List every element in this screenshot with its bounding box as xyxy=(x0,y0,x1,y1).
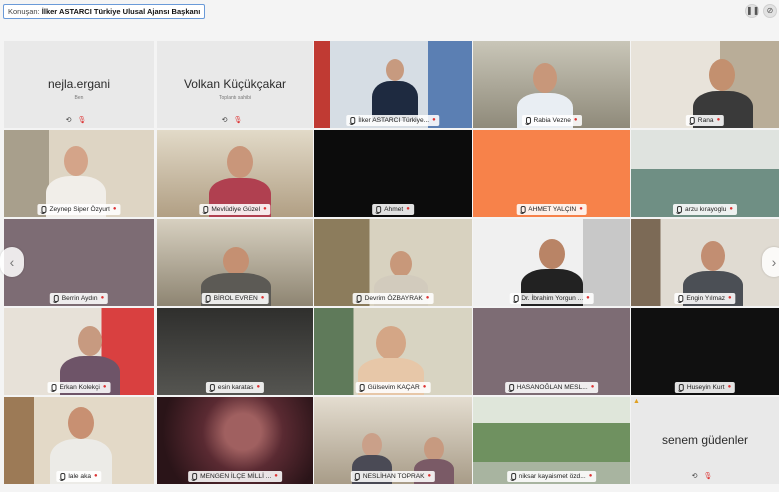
participant-nameplate: BİROL EVREN ● xyxy=(201,293,269,304)
participant-tile[interactable]: ▲ senem güdenler ⟲🎙 xyxy=(631,397,779,484)
previous-page-button[interactable]: ‹ xyxy=(0,247,24,277)
host-tile[interactable]: Volkan Küçükçakar Toplantı sahibi ⟲🎙 xyxy=(157,41,313,128)
participant-nameplate: İlker ASTARCI Türkiye... ● xyxy=(346,115,440,126)
participant-tile[interactable]: Berrin Aydın ● xyxy=(4,219,154,306)
participant-nameplate: niksar kayaismet özd... ● xyxy=(506,471,597,482)
participant-nameplate: Erkan Kolekçi ● xyxy=(47,382,111,393)
participant-tile[interactable]: Engin Yılmaz ● xyxy=(631,219,779,306)
participant-tile[interactable]: esin karatas ● xyxy=(157,308,313,395)
participant-nameplate: Rana ● xyxy=(685,115,725,126)
participant-nameplate: Rabia Vezne ● xyxy=(521,115,582,126)
participant-tile[interactable]: Dr. İbrahim Yorgun ... ● xyxy=(473,219,630,306)
host-sub: Toplantı sahibi xyxy=(219,95,251,101)
participant-tile[interactable]: Huseyin Kurt ● xyxy=(631,308,779,395)
participant-tile[interactable]: Mevlüdiye Güzel ● xyxy=(157,130,313,217)
participant-nameplate: arzu kırayoglu ● xyxy=(672,204,738,215)
video-grid: nejla.ergani Ben ⟲🎙 Volkan Küçükçakar To… xyxy=(0,40,779,492)
self-sub: Ben xyxy=(74,95,84,101)
participant-nameplate: Gülsevim KAÇAR ● xyxy=(355,382,431,393)
host-name: Volkan Küçükçakar xyxy=(183,77,287,91)
self-name: nejla.ergani xyxy=(47,77,111,91)
participant-nameplate: Engin Yılmaz ● xyxy=(674,293,736,304)
participant-tile[interactable]: Erkan Kolekçi ● xyxy=(4,308,154,395)
active-speaker-indicator: Konuşan: İlker ASTARCI Türkiye Ulusal Aj… xyxy=(3,4,206,19)
participant-tile[interactable]: Ahmet ● xyxy=(314,130,472,217)
participant-tile[interactable]: niksar kayaismet özd... ● xyxy=(473,397,630,484)
pause-icon[interactable]: ❚❚ xyxy=(745,4,759,18)
participant-nameplate: lale aka ● xyxy=(56,471,102,482)
participant-nameplate: MENGEN İLÇE MİLLİ ... ● xyxy=(188,471,282,482)
participant-nameplate: Ahmet ● xyxy=(372,204,414,215)
participant-tile[interactable]: MENGEN İLÇE MİLLİ ... ● xyxy=(157,397,313,484)
participant-nameplate: Mevlüdiye Güzel ● xyxy=(199,204,271,215)
participant-tile[interactable]: Rana ● xyxy=(631,41,779,128)
participant-nameplate: AHMET YALÇIN ● xyxy=(516,204,587,215)
participant-nameplate: NESLİHAN TOPRAK ● xyxy=(350,471,436,482)
participant-tile[interactable]: BİROL EVREN ● xyxy=(157,219,313,306)
participant-nameplate: Huseyin Kurt ● xyxy=(674,382,736,393)
participant-name: senem güdenler xyxy=(661,433,749,447)
speaker-label: Konuşan: xyxy=(8,7,40,16)
meeting-window: Konuşan: İlker ASTARCI Türkiye Ulusal Aj… xyxy=(0,0,779,492)
warning-icon: ▲ xyxy=(633,398,640,405)
speaker-name: İlker ASTARCI Türkiye Ulusal Ajansı Başk… xyxy=(41,7,201,16)
participant-tile[interactable]: lale aka ● xyxy=(4,397,154,484)
participant-tile[interactable]: AHMET YALÇIN ● xyxy=(473,130,630,217)
host-status-icons: ⟲🎙 xyxy=(221,117,249,124)
participant-nameplate: Berrin Aydın ● xyxy=(49,293,109,304)
participant-tile[interactable]: HASANOĞLAN MESL... ● xyxy=(473,308,630,395)
participant-status-icons: ⟲🎙 xyxy=(691,473,719,480)
link-icon[interactable]: ⊘ xyxy=(763,4,777,18)
self-status-icons: ⟲🎙 xyxy=(65,117,93,124)
participant-nameplate: HASANOĞLAN MESL... ● xyxy=(504,382,599,393)
participant-tile[interactable]: NESLİHAN TOPRAK ● xyxy=(314,397,472,484)
top-bar: Konuşan: İlker ASTARCI Türkiye Ulusal Aj… xyxy=(0,0,779,40)
participant-tile[interactable]: Devrim ÖZBAYRAK ● xyxy=(314,219,472,306)
participant-tile[interactable]: İlker ASTARCI Türkiye... ● xyxy=(314,41,472,128)
participant-nameplate: Devrim ÖZBAYRAK ● xyxy=(352,293,434,304)
self-tile[interactable]: nejla.ergani Ben ⟲🎙 xyxy=(4,41,154,128)
participant-nameplate: Zeynep Siper Özyurt ● xyxy=(37,204,121,215)
next-page-button[interactable]: › xyxy=(762,247,779,277)
participant-tile[interactable]: Rabia Vezne ● xyxy=(473,41,630,128)
participant-nameplate: Dr. İbrahim Yorgun ... ● xyxy=(509,293,594,304)
participant-tile[interactable]: Gülsevim KAÇAR ● xyxy=(314,308,472,395)
participant-tile[interactable]: arzu kırayoglu ● xyxy=(631,130,779,217)
participant-nameplate: esin karatas ● xyxy=(205,382,265,393)
participant-tile[interactable]: Zeynep Siper Özyurt ● xyxy=(4,130,154,217)
